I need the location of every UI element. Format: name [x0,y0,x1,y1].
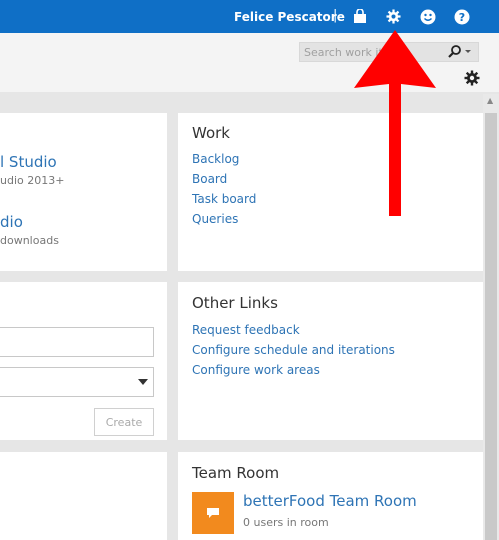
team-room-link[interactable]: betterFood Team Room [243,492,417,510]
visual-studio-subtitle: udio 2013+ [0,174,65,187]
svg-text:?: ? [458,11,464,24]
gear-icon[interactable] [385,8,402,25]
scroll-up-icon[interactable]: ▲ [487,96,493,105]
configure-schedule-link[interactable]: Configure schedule and iterations [192,343,395,357]
scrollbar-thumb[interactable] [485,113,497,540]
other-links-card: Other Links Request feedback Configure s… [178,282,483,440]
queries-link[interactable]: Queries [192,212,238,226]
smiley-icon[interactable] [419,8,436,25]
settings-gear-icon[interactable] [464,70,480,86]
chat-room-icon[interactable] [192,492,234,534]
work-title: Work [192,124,230,142]
help-icon[interactable]: ? [453,8,470,25]
bag-icon[interactable] [351,8,368,25]
request-feedback-link[interactable]: Request feedback [192,323,300,337]
other-links-title: Other Links [192,294,278,312]
left-bottom-card [0,452,167,540]
new-work-item-card: Create [0,282,167,440]
search-button[interactable] [444,44,474,60]
team-room-users: 0 users in room [243,516,329,529]
search-box[interactable] [299,42,479,62]
visual-studio-card: l Studio udio 2013+ dio downloads [0,113,167,271]
configure-work-areas-link[interactable]: Configure work areas [192,363,320,377]
backlog-link[interactable]: Backlog [192,152,239,166]
create-button[interactable]: Create [94,408,154,436]
chevron-down-icon [138,379,148,385]
get-visual-studio-link[interactable]: dio [0,213,23,231]
work-item-type-select[interactable] [0,367,154,397]
board-link[interactable]: Board [192,172,227,186]
task-board-link[interactable]: Task board [192,192,256,206]
search-input[interactable] [304,45,434,59]
team-room-title: Team Room [192,464,280,482]
user-name[interactable]: Felice Pescatore [234,10,345,24]
title-input[interactable] [0,327,154,357]
work-card: Work Backlog Board Task board Queries [178,113,483,271]
visual-studio-link[interactable]: l Studio [0,153,57,171]
downloads-subtitle: downloads [0,234,59,247]
separator: | [333,8,338,23]
